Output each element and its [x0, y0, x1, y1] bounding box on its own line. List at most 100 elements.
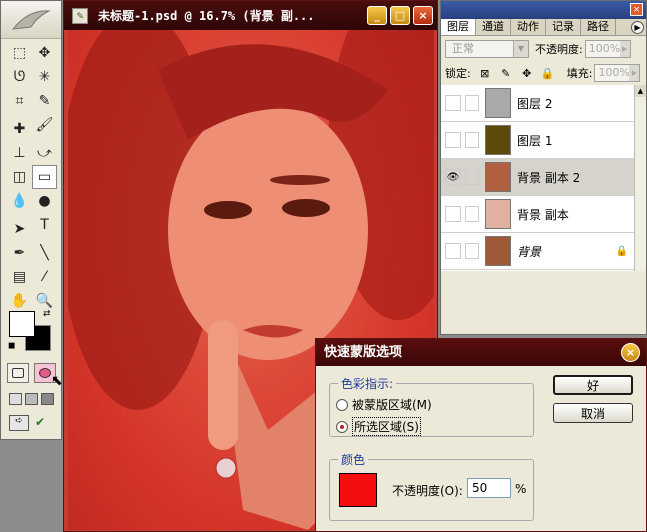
opacity-label: 不透明度: [535, 43, 583, 56]
jump-buttons: ➪ ✔ [9, 415, 51, 431]
link-toggle[interactable] [465, 243, 479, 259]
cancel-button[interactable]: 取消 [553, 403, 633, 423]
layer-list-scrollbar[interactable]: ▲ [634, 85, 646, 271]
layer-row[interactable]: 图层 1 [441, 122, 634, 159]
magic-wand-icon[interactable]: ✳ [32, 65, 57, 89]
layers-palette: × 图层 通道 动作 记录 路径 ▶ 正常 ▼ 不透明度: 100% ▶ 锁定: ⊠… [440, 0, 647, 335]
jump-to-imageready-icon[interactable]: ➪ [9, 415, 29, 431]
brush-icon[interactable]: 🖌 [32, 113, 57, 137]
layer-row[interactable]: 背景 副本 [441, 196, 634, 233]
screen-mode-full-icon[interactable] [41, 393, 54, 405]
masked-areas-radio[interactable]: 被蒙版区域(M) [336, 396, 533, 413]
lock-all-icon[interactable]: 🔒 [541, 66, 555, 80]
healing-icon[interactable]: ✚ [7, 117, 32, 141]
palette-close-icon[interactable]: × [630, 3, 643, 16]
document-icon: ✎ [72, 7, 88, 24]
layer-name: 图层 1 [517, 133, 553, 148]
blur-icon[interactable]: 💧 [7, 189, 32, 213]
lock-brush-icon[interactable]: ✎ [499, 66, 513, 80]
dialog-close-button[interactable]: × [621, 343, 640, 362]
tab-channels[interactable]: 通道 [476, 19, 511, 35]
fill-label: 填充: [566, 67, 593, 80]
link-toggle[interactable] [465, 169, 479, 185]
link-toggle[interactable] [465, 132, 479, 148]
link-toggle[interactable] [465, 95, 479, 111]
swap-colors-icon[interactable]: ⇄ [43, 309, 51, 319]
eye-icon[interactable]: 👁 [445, 169, 461, 185]
lasso-icon[interactable]: ᘎ [7, 65, 32, 89]
lock-move-icon[interactable]: ✥ [520, 66, 534, 80]
layer-row[interactable]: 图层 2 [441, 85, 634, 122]
mouse-cursor-icon: ⬉ [51, 373, 63, 389]
close-button[interactable]: × [413, 6, 433, 25]
crop-icon[interactable]: ⌗ [7, 89, 32, 113]
layer-thumbnail [485, 199, 511, 229]
feather-icon [11, 10, 51, 30]
percent-label: % [515, 482, 527, 496]
screen-mode-full-menu-icon[interactable] [25, 393, 38, 405]
layer-thumbnail [485, 125, 511, 155]
gradient-icon[interactable]: ▭ [32, 165, 57, 189]
layer-row[interactable]: 背景 🔒 [441, 233, 634, 270]
stamp-icon[interactable]: ⊥ [7, 141, 32, 165]
standard-mode-button[interactable] [7, 363, 29, 383]
document-title: 未标题-1.psd @ 16.7% (背景 副... [98, 9, 315, 23]
path-select-icon[interactable]: ➤ [7, 217, 32, 241]
check-icon[interactable]: ✔ [35, 415, 51, 431]
move-icon[interactable]: ✥ [32, 41, 57, 65]
eyedropper-icon[interactable]: ⁄ [32, 265, 57, 289]
photoshop-feather-logo[interactable] [1, 1, 61, 39]
screen-mode-standard-icon[interactable] [9, 393, 22, 405]
pen-icon[interactable]: ✒ [7, 241, 32, 265]
layer-list: 图层 2 图层 1 👁 背景 副本 2 背景 副本背景 🔒 [441, 85, 634, 271]
tab-history[interactable]: 记录 [546, 19, 581, 35]
mask-opacity-label: 不透明度(O): [392, 484, 463, 498]
visibility-toggle[interactable] [445, 243, 461, 259]
ok-button[interactable]: 好 [553, 375, 633, 395]
foreground-color-swatch[interactable] [9, 311, 35, 337]
hand-icon[interactable]: ✋ [7, 289, 32, 313]
mask-opacity-input[interactable]: 50 [467, 478, 511, 498]
tab-layers[interactable]: 图层 [441, 19, 476, 35]
lock-transparent-icon[interactable]: ⊠ [478, 66, 492, 80]
blend-mode-select[interactable]: 正常 ▼ [445, 40, 529, 58]
palette-titlebar[interactable]: × [441, 1, 646, 19]
window-controls: _ □ × [367, 6, 433, 25]
notes-icon[interactable]: ▤ [7, 265, 32, 289]
fill-input[interactable]: 100% ▶ [594, 64, 641, 82]
default-colors-icon[interactable]: ◼ [8, 341, 15, 351]
type-icon[interactable]: T [32, 213, 57, 237]
marquee-icon[interactable]: ⬚ [7, 41, 32, 65]
link-toggle[interactable] [465, 206, 479, 222]
palette-menu-arrow-icon[interactable]: ▶ [631, 21, 644, 34]
slice-icon[interactable]: ✎ [32, 89, 57, 113]
layer-thumbnail [485, 236, 511, 266]
visibility-toggle[interactable] [445, 206, 461, 222]
history-brush-icon[interactable]: ⤻ [32, 141, 57, 165]
mask-color-swatch[interactable] [339, 473, 377, 507]
maximize-button[interactable]: □ [390, 6, 410, 25]
dialog-title: 快速蒙版选项 [324, 345, 403, 360]
selected-areas-radio[interactable]: 所选区域(S) [336, 417, 533, 436]
visibility-toggle[interactable] [445, 95, 461, 111]
dodge-icon[interactable]: ● [32, 189, 57, 213]
selected-areas-label: 所选区域(S) [352, 417, 421, 436]
dialog-titlebar[interactable]: 快速蒙版选项 × [316, 339, 646, 366]
line-icon[interactable]: ╲ [32, 241, 57, 265]
tab-actions[interactable]: 动作 [511, 19, 546, 35]
layer-name: 背景 [517, 244, 542, 259]
minimize-button[interactable]: _ [367, 6, 387, 25]
scroll-up-icon[interactable]: ▲ [635, 85, 646, 97]
blend-row: 正常 ▼ 不透明度: 100% ▶ [445, 39, 642, 59]
color-legend: 颜色 [341, 453, 366, 467]
lock-icon: 🔒 [615, 245, 628, 257]
layer-opacity-input[interactable]: 100% ▶ [584, 40, 631, 58]
tool-grid: ⬚ ✥ ᘎ ✳ ⌗ ✎ ✚ 🖌 ⊥ ⤻ ◫ ▭ 💧 ● ➤ T ✒ ╲ ▤ ⁄ ✋ 🔍 [7, 41, 57, 313]
chevron-right-icon: ▶ [629, 65, 640, 81]
blend-mode-value: 正常 [452, 42, 474, 55]
eraser-icon[interactable]: ◫ [7, 165, 32, 189]
layer-name: 图层 2 [517, 96, 553, 111]
visibility-toggle[interactable] [445, 132, 461, 148]
layer-row[interactable]: 👁 背景 副本 2 [441, 159, 634, 196]
tab-paths[interactable]: 路径 [581, 19, 616, 35]
